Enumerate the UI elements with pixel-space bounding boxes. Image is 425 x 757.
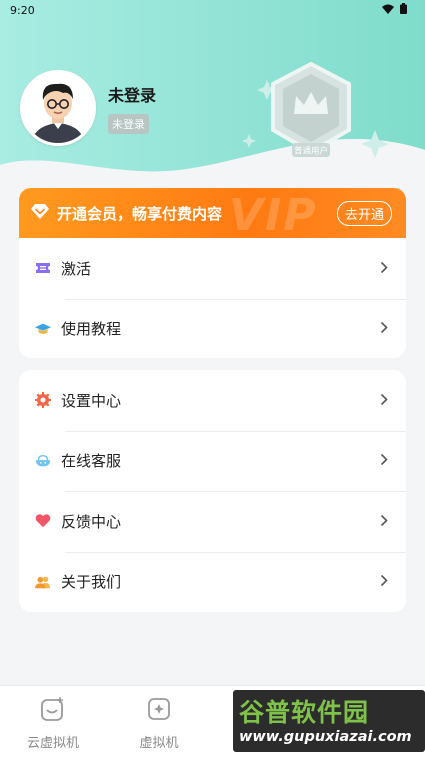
menu-item-feedback[interactable]: 反馈中心 <box>19 491 406 552</box>
menu-item-label: 在线客服 <box>61 452 122 471</box>
chevron-right-icon <box>380 512 388 531</box>
login-status-badge: 未登录 <box>108 114 149 134</box>
member-level-badge: 普通用户 <box>246 58 376 172</box>
battery-icon <box>400 3 407 17</box>
member-level-label: 普通用户 <box>294 146 328 157</box>
vip-watermark: VIP <box>229 190 318 241</box>
chevron-right-icon <box>380 391 388 410</box>
vip-card: VIP 开通会员，畅享付费内容 去开通 激活 使用教程 <box>19 188 406 358</box>
graduation-cap-icon <box>35 321 51 337</box>
wifi-icon <box>382 4 394 17</box>
menu-item-label: 关于我们 <box>61 573 122 592</box>
vm-icon <box>146 696 172 726</box>
menu-item-label: 使用教程 <box>61 320 122 339</box>
menu-item-about[interactable]: 关于我们 <box>19 551 406 613</box>
gear-icon <box>35 392 51 409</box>
tab-cloud-vm[interactable]: 云虚拟机 <box>0 686 106 757</box>
status-bar: 9:20 <box>0 0 425 20</box>
heart-icon <box>35 513 51 529</box>
watermark-url: www.gupuxiazai.com <box>239 729 412 745</box>
menu-item-label: 反馈中心 <box>61 512 122 531</box>
avatar[interactable] <box>20 70 96 146</box>
menu-item-label: 激活 <box>61 259 92 278</box>
menu-item-activate[interactable]: 激活 <box>19 238 406 299</box>
chevron-right-icon <box>380 572 388 591</box>
site-watermark: 谷普软件园 www.gupuxiazai.com <box>233 690 425 752</box>
tab-label: 虚拟机 <box>139 736 179 751</box>
chevron-right-icon <box>380 319 388 338</box>
user-name[interactable]: 未登录 <box>108 82 156 106</box>
cloud-vm-icon <box>40 696 66 726</box>
customer-service-icon <box>35 453 51 469</box>
diamond-icon <box>31 203 49 223</box>
ticket-icon <box>35 260 51 276</box>
users-icon <box>35 574 51 590</box>
menu-item-settings[interactable]: 设置中心 <box>19 370 406 431</box>
vip-banner[interactable]: VIP 开通会员，畅享付费内容 去开通 <box>19 188 406 241</box>
chevron-right-icon <box>380 451 388 470</box>
chevron-right-icon <box>380 259 388 278</box>
status-time: 9:20 <box>10 3 35 17</box>
menu-item-customer-service[interactable]: 在线客服 <box>19 430 406 492</box>
tab-vm[interactable]: 虚拟机 <box>106 686 212 757</box>
settings-card: 设置中心 在线客服 反馈中心 关于我们 <box>19 370 406 612</box>
menu-item-tutorial[interactable]: 使用教程 <box>19 298 406 359</box>
open-vip-button[interactable]: 去开通 <box>336 200 392 226</box>
tab-label: 云虚拟机 <box>26 736 79 751</box>
watermark-title: 谷普软件园 <box>239 698 370 727</box>
profile-section[interactable]: 未登录 未登录 <box>20 70 156 146</box>
menu-item-label: 设置中心 <box>61 391 122 410</box>
